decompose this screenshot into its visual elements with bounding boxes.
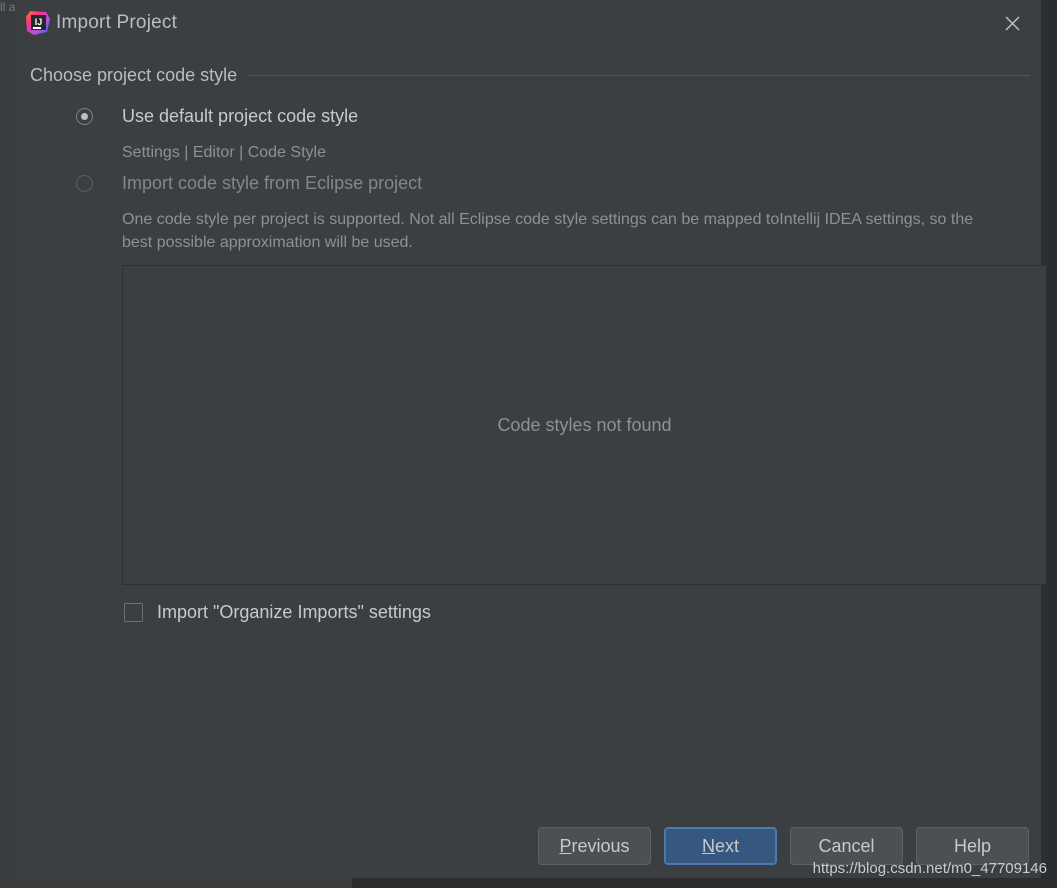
group-header-label: Choose project code style <box>30 64 238 85</box>
svg-text:IJ: IJ <box>35 17 43 27</box>
description-import-eclipse: One code style per project is supported.… <box>122 211 974 251</box>
checkbox-row-organize-imports[interactable]: Import "Organize Imports" settings <box>124 600 431 624</box>
previous-button-mnemonic: P <box>559 835 572 856</box>
code-styles-list-panel[interactable]: Code styles not found <box>122 265 1047 585</box>
radio-button-use-default[interactable] <box>76 108 93 125</box>
next-button[interactable]: Next <box>664 827 777 865</box>
checkbox-organize-imports[interactable] <box>124 602 143 622</box>
import-project-dialog: IJ Import Project Choose project code st… <box>18 0 1047 878</box>
hint-settings-path: Settings | Editor | Code Style <box>122 144 326 161</box>
radio-button-import-eclipse[interactable] <box>76 175 93 192</box>
desktop-background-left <box>0 0 18 888</box>
radio-option-import-eclipse[interactable]: Import code style from Eclipse project <box>76 171 422 195</box>
dialog-title: Import Project <box>56 12 178 33</box>
dialog-title-bar: IJ Import Project <box>18 0 1041 46</box>
checkbox-label-organize-imports: Import "Organize Imports" settings <box>157 602 431 622</box>
previous-button-label-rest: revious <box>571 835 630 856</box>
close-icon[interactable] <box>989 2 1035 44</box>
radio-label-use-default: Use default project code style <box>122 106 359 126</box>
previous-button[interactable]: Previous <box>538 827 651 865</box>
background-window-text-fragment: ll a <box>0 0 16 14</box>
next-button-label-rest: ext <box>714 835 739 856</box>
radio-label-import-eclipse: Import code style from Eclipse project <box>122 173 423 193</box>
group-header: Choose project code style <box>30 63 1030 87</box>
group-header-separator <box>247 74 1030 76</box>
intellij-idea-logo-icon: IJ <box>25 10 51 36</box>
desktop-background-bottom-left <box>0 878 352 888</box>
code-styles-empty-message: Code styles not found <box>497 414 672 435</box>
watermark-url: https://blog.csdn.net/m0_47709146 <box>812 860 1047 877</box>
next-button-mnemonic: N <box>701 835 715 856</box>
radio-option-use-default[interactable]: Use default project code style <box>76 104 358 128</box>
